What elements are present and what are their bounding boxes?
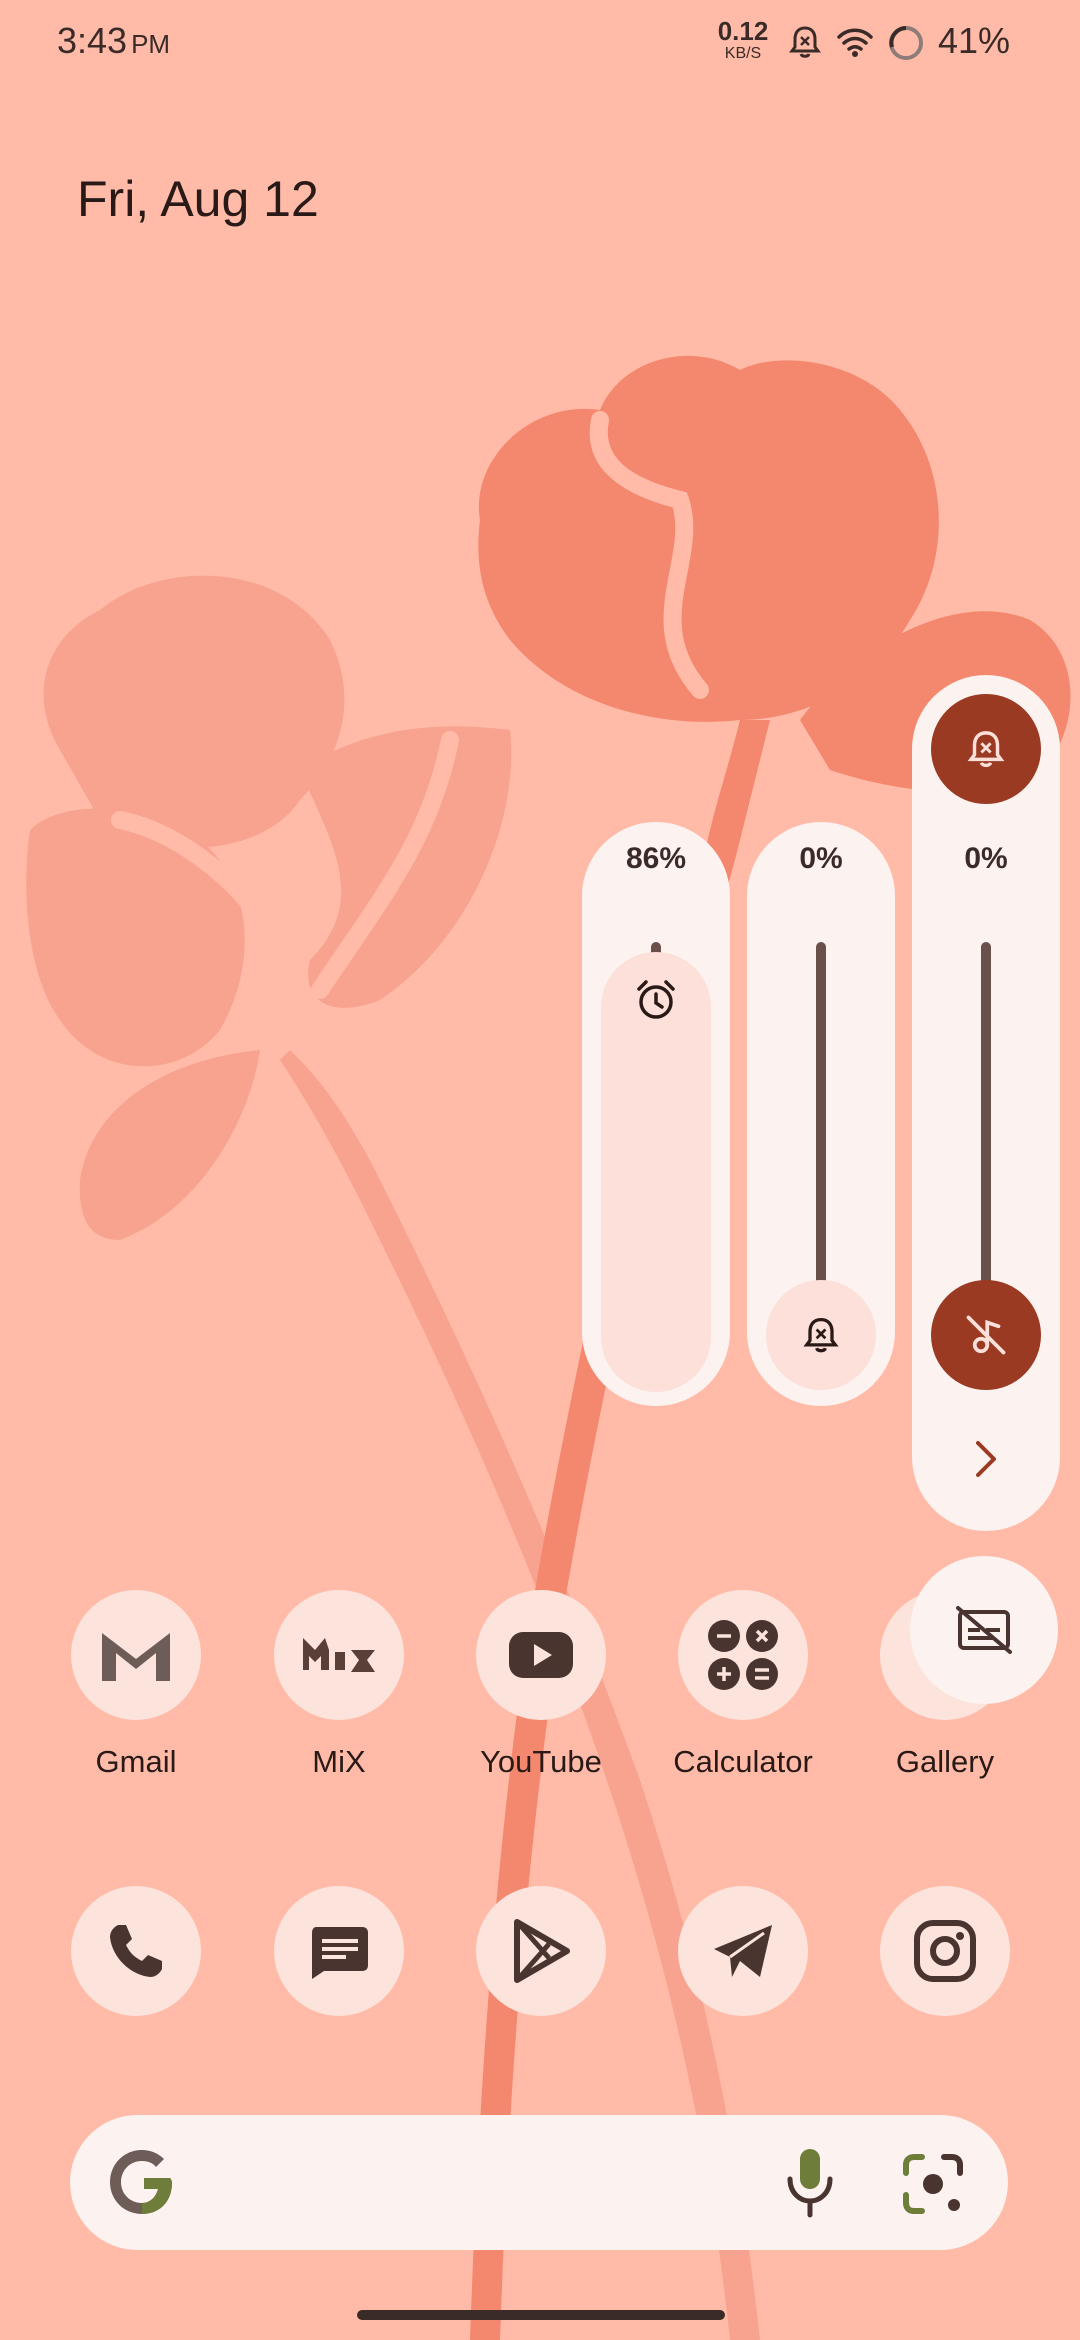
app-label: MiX [312,1744,366,1779]
captions-toggle-button[interactable] [910,1556,1058,1704]
date-widget[interactable]: Fri, Aug 12 [77,170,319,228]
google-g-icon [110,2150,172,2214]
google-search-bar[interactable] [70,2115,1008,2250]
dock-play-store[interactable] [456,1886,626,2016]
app-label: Calculator [673,1744,813,1779]
app-youtube[interactable]: YouTube [456,1590,626,1780]
music-off-icon [966,1315,1006,1355]
media-volume-track[interactable] [981,942,991,1322]
ring-volume-slider[interactable]: 0% [747,822,895,1406]
ring-volume-track [816,942,826,1322]
network-speed: 0.12 KB/S [712,18,774,62]
gesture-nav-handle[interactable] [357,2310,725,2320]
status-bar: 3:43 PM 0.12 KB/S 41% [0,0,1080,90]
instagram-icon [880,1886,1010,2016]
chevron-right-icon[interactable] [968,1437,1004,1481]
lens-icon[interactable] [900,2151,966,2217]
media-volume-percent: 0% [964,842,1008,875]
ring-volume-percent: 0% [799,842,843,875]
ringer-mode-button[interactable] [931,694,1041,804]
calculator-icon [678,1590,808,1720]
media-volume-thumb[interactable] [931,1280,1041,1390]
status-clock: 3:43 PM [57,20,171,61]
play-store-icon [476,1886,606,2016]
bell-muted-icon [789,26,821,58]
messages-icon [274,1886,404,2016]
captions-off-icon [956,1606,1012,1654]
dock-telegram[interactable] [658,1886,828,2016]
gmail-icon [71,1590,201,1720]
media-volume-panel: 0% [912,675,1060,1531]
dock-messages[interactable] [254,1886,424,2016]
app-mix[interactable]: MiX [254,1590,424,1780]
telegram-icon [678,1886,808,2016]
dock-phone[interactable] [51,1886,221,2016]
app-label: Gallery [895,1744,995,1779]
network-speed-unit: KB/S [724,45,762,62]
mix-icon [274,1590,404,1720]
phone-icon [71,1886,201,2016]
alarm-volume-slider[interactable]: 86% [582,822,730,1406]
wifi-icon [837,28,873,57]
bell-muted-icon [803,1317,839,1353]
app-gmail[interactable]: Gmail [51,1590,221,1780]
network-speed-value: 0.12 [717,16,769,46]
alarm-clock-icon [637,980,675,1019]
alarm-volume-percent: 86% [625,842,687,875]
bell-muted-icon [967,731,1005,768]
youtube-icon [476,1590,606,1720]
alarm-volume-fill [601,952,711,1392]
app-calculator[interactable]: Calculator [658,1590,828,1780]
app-label: YouTube [480,1744,602,1779]
dock-instagram[interactable] [860,1886,1030,2016]
ring-volume-thumb[interactable] [766,1280,876,1390]
battery-saver-ring-icon [889,26,923,60]
app-label: Gmail [95,1744,177,1779]
battery-percent: 41% [938,20,1011,61]
mic-icon[interactable] [782,2145,838,2221]
